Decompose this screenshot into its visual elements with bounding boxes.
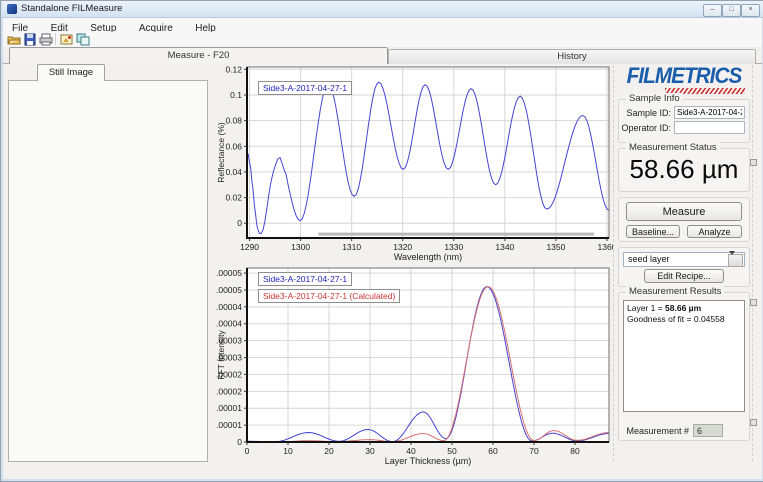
save-icon[interactable] bbox=[23, 33, 37, 46]
dropdown-arrow-icon[interactable] bbox=[728, 254, 743, 267]
splitter-handle[interactable] bbox=[750, 299, 757, 306]
result-layer-line: Layer 1 = 58.66 µm bbox=[627, 303, 741, 314]
svg-text:1330: 1330 bbox=[444, 242, 463, 252]
svg-text:40: 40 bbox=[406, 446, 416, 456]
measurement-results-title: Measurement Results bbox=[626, 286, 724, 297]
operator-id-input[interactable] bbox=[674, 121, 745, 134]
filmetrics-logo: FILMETRICS bbox=[623, 63, 745, 89]
svg-text:0: 0 bbox=[237, 218, 242, 228]
result-layer-value: 58.66 µm bbox=[665, 303, 701, 313]
chart-panel-splitter[interactable] bbox=[613, 65, 615, 461]
svg-text:10: 10 bbox=[283, 446, 293, 456]
svg-text:1310: 1310 bbox=[342, 242, 361, 252]
svg-text:1350: 1350 bbox=[546, 242, 565, 252]
svg-text:1340: 1340 bbox=[495, 242, 514, 252]
svg-text:0.00004: 0.00004 bbox=[216, 319, 242, 329]
sample-info-title: Sample Info bbox=[626, 93, 683, 104]
svg-text:30: 30 bbox=[365, 446, 375, 456]
tab-still-image[interactable]: Still Image bbox=[37, 64, 105, 81]
sample-id-label: Sample ID: bbox=[621, 108, 671, 118]
fft-legend-calculated: Side3-A-2017-04-27-1 (Calculated) bbox=[258, 289, 400, 303]
svg-text:0.1: 0.1 bbox=[230, 90, 242, 100]
svg-text:1320: 1320 bbox=[393, 242, 412, 252]
close-button[interactable]: × bbox=[741, 4, 760, 17]
svg-text:Wavelength (nm): Wavelength (nm) bbox=[394, 252, 462, 262]
svg-text:0: 0 bbox=[245, 446, 250, 456]
app-icon bbox=[7, 4, 17, 14]
svg-text:0.00005: 0.00005 bbox=[216, 268, 242, 278]
copy-chart-icon[interactable] bbox=[76, 33, 90, 46]
svg-text:0.06: 0.06 bbox=[225, 141, 242, 151]
svg-text:0.02: 0.02 bbox=[225, 193, 242, 203]
svg-text:1290: 1290 bbox=[240, 242, 259, 252]
menu-bar: File Edit Setup Acquire Help bbox=[3, 18, 762, 32]
tab-measure-f20[interactable]: Measure - F20 bbox=[9, 47, 388, 64]
svg-text:Reflectance (%): Reflectance (%) bbox=[216, 122, 226, 183]
svg-text:0.00001: 0.00001 bbox=[216, 403, 242, 413]
svg-text:FFT Intensity: FFT Intensity bbox=[216, 330, 226, 380]
recipe-dropdown[interactable]: seed layer bbox=[623, 252, 745, 267]
analyze-button[interactable]: Analyze bbox=[687, 225, 742, 238]
svg-text:0.00004: 0.00004 bbox=[216, 302, 242, 312]
minimize-button[interactable]: – bbox=[703, 4, 722, 17]
baseline-button[interactable]: Baseline... bbox=[626, 225, 680, 238]
title-bar: Standalone FILMeasure – □ × bbox=[2, 1, 763, 18]
right-panel-splitter[interactable] bbox=[752, 65, 754, 461]
results-listbox[interactable]: Layer 1 = 58.66 µm Goodness of fit = 0.0… bbox=[623, 300, 745, 412]
svg-text:1360: 1360 bbox=[597, 242, 613, 252]
measurement-value: 58.66 µm bbox=[619, 154, 749, 186]
svg-text:0: 0 bbox=[237, 437, 242, 447]
svg-text:70: 70 bbox=[529, 446, 539, 456]
app-window: Standalone FILMeasure – □ × File Edit Se… bbox=[0, 0, 763, 482]
reflectance-legend: Side3-A-2017-04-27-1 bbox=[258, 81, 352, 95]
svg-text:80: 80 bbox=[570, 446, 580, 456]
svg-text:0.04: 0.04 bbox=[225, 167, 242, 177]
acquire-image-icon[interactable] bbox=[60, 33, 74, 46]
svg-text:50: 50 bbox=[447, 446, 457, 456]
svg-text:1300: 1300 bbox=[291, 242, 310, 252]
splitter-handle[interactable] bbox=[750, 159, 757, 166]
measurement-status-title: Measurement Status bbox=[626, 142, 720, 153]
result-goodness-line: Goodness of fit = 0.04558 bbox=[627, 314, 741, 325]
operator-id-label: Operator ID: bbox=[617, 123, 671, 133]
svg-text:20: 20 bbox=[324, 446, 334, 456]
svg-text:60: 60 bbox=[488, 446, 498, 456]
fft-legend-measured: Side3-A-2017-04-27-1 bbox=[258, 272, 352, 286]
still-image-panel bbox=[8, 80, 208, 462]
svg-text:0.00001: 0.00001 bbox=[216, 420, 242, 430]
svg-text:Layer Thickness (µm): Layer Thickness (µm) bbox=[385, 456, 472, 466]
measurement-number-input bbox=[693, 424, 723, 437]
window-title: Standalone FILMeasure bbox=[21, 3, 122, 14]
print-icon[interactable] bbox=[39, 33, 53, 46]
sample-id-input[interactable] bbox=[674, 106, 745, 119]
toolbar bbox=[3, 32, 762, 48]
recipe-selected-value: seed layer bbox=[628, 254, 670, 264]
toolbar-separator bbox=[55, 33, 56, 45]
svg-text:0.00005: 0.00005 bbox=[216, 285, 242, 295]
maximize-button[interactable]: □ bbox=[722, 4, 741, 17]
measure-button[interactable]: Measure bbox=[626, 202, 742, 221]
splitter-handle[interactable] bbox=[750, 419, 757, 426]
svg-text:0.00002: 0.00002 bbox=[216, 386, 242, 396]
svg-text:0.12: 0.12 bbox=[225, 64, 242, 74]
measurement-number-label: Measurement # bbox=[611, 426, 689, 436]
open-file-icon[interactable] bbox=[7, 33, 21, 46]
svg-text:0.08: 0.08 bbox=[225, 116, 242, 126]
edit-recipe-button[interactable]: Edit Recipe... bbox=[644, 269, 724, 283]
